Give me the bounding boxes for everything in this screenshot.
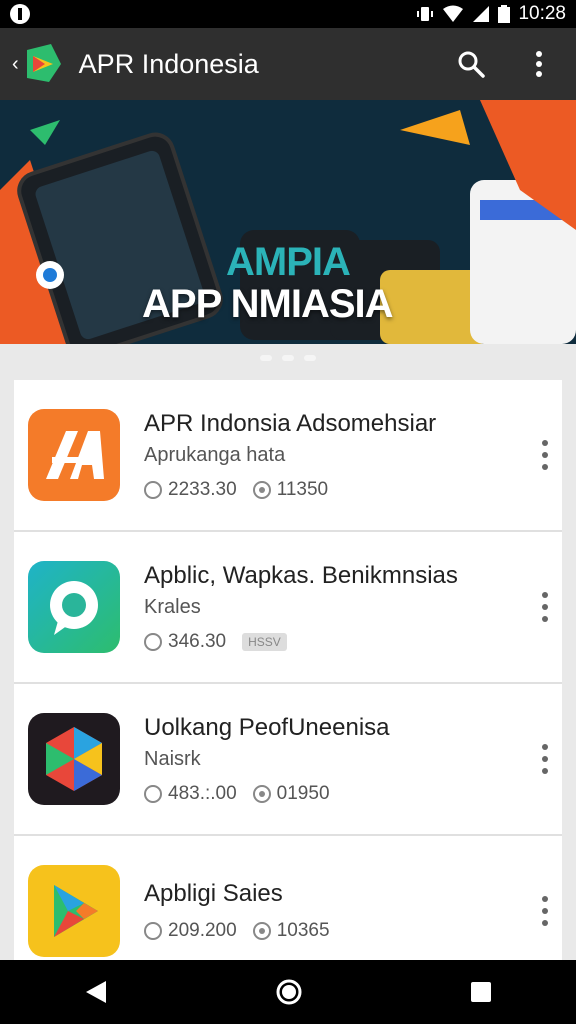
status-badge: HSSV [242,632,287,651]
rating-count: 10365 [276,920,330,941]
app-name: Apbligi Saies [144,880,283,907]
rating-icon [252,922,271,940]
app-list: APR Indonsia Adsomehsiar Aprukanga hata … [14,380,562,988]
carousel-indicator [0,344,576,372]
search-icon [458,51,485,78]
rating-icon [252,480,271,499]
rating-icon [252,784,271,803]
notification-icon [10,4,30,24]
search-button[interactable] [454,47,488,81]
more-options-button[interactable] [542,744,548,774]
overflow-menu-button[interactable] [522,47,556,81]
app-logo-icon [26,44,61,82]
banner-subtitle: AMPIA [226,240,351,284]
list-item[interactable]: Apblic, Wapkas. Benikmnsias Krales 346.3… [14,532,562,684]
carousel-dot[interactable] [282,355,294,361]
rating-count: 11350 [276,478,329,500]
more-options-button[interactable] [542,896,548,926]
download-count: 209.200 [168,920,237,941]
list-item[interactable]: Uolkang PeofUneenisa Naisrk 483.:.00 019… [14,684,562,836]
app-developer: Naisrk [144,747,201,770]
chat-bubble-icon [28,561,120,653]
download-icon [144,922,162,940]
promo-banner[interactable]: AMPIA APP NMIASIA [0,100,576,344]
status-bar: 10:28 [0,0,576,28]
signal-icon [473,6,490,22]
app-developer: Krales [144,595,201,618]
more-options-button[interactable] [542,440,548,470]
system-nav-bar [0,960,576,1024]
more-vert-icon [536,51,542,77]
play-store-icon [28,865,120,957]
vibrate-icon [417,7,434,21]
download-count: 346.30 [168,630,227,652]
battery-icon [498,5,511,23]
more-options-button[interactable] [542,592,548,622]
page-title: APR Indonesia [78,48,259,79]
download-count: 483.:.00 [168,782,237,804]
hexagon-icon [28,713,120,805]
back-nav-icon[interactable] [84,979,108,1005]
download-count: 2233.30 [168,478,237,500]
app-name: Uolkang PeofUneenisa [144,713,390,741]
recents-nav-icon[interactable] [470,981,492,1003]
download-icon [144,632,162,651]
app-bar: ‹ APR Indonesia [0,28,576,100]
app-developer: Aprukanga hata [144,443,286,466]
carousel-dot[interactable] [260,355,272,361]
list-item[interactable]: APR Indonsia Adsomehsiar Aprukanga hata … [14,380,562,532]
back-arrow-icon: ‹ [12,52,19,75]
banner-title: APP NMIASIA [142,282,394,326]
download-icon [144,784,162,803]
wifi-icon [443,5,464,22]
app-name: Apblic, Wapkas. Benikmnsias [144,561,458,589]
back-button[interactable]: ‹ [12,42,65,86]
download-icon [144,480,162,499]
clock: 10:28 [518,3,566,24]
home-nav-icon[interactable] [275,978,303,1006]
orange-a-icon [28,409,120,501]
app-name: APR Indonsia Adsomehsiar [144,409,437,437]
carousel-dot[interactable] [304,355,316,361]
rating-count: 01950 [276,782,330,804]
